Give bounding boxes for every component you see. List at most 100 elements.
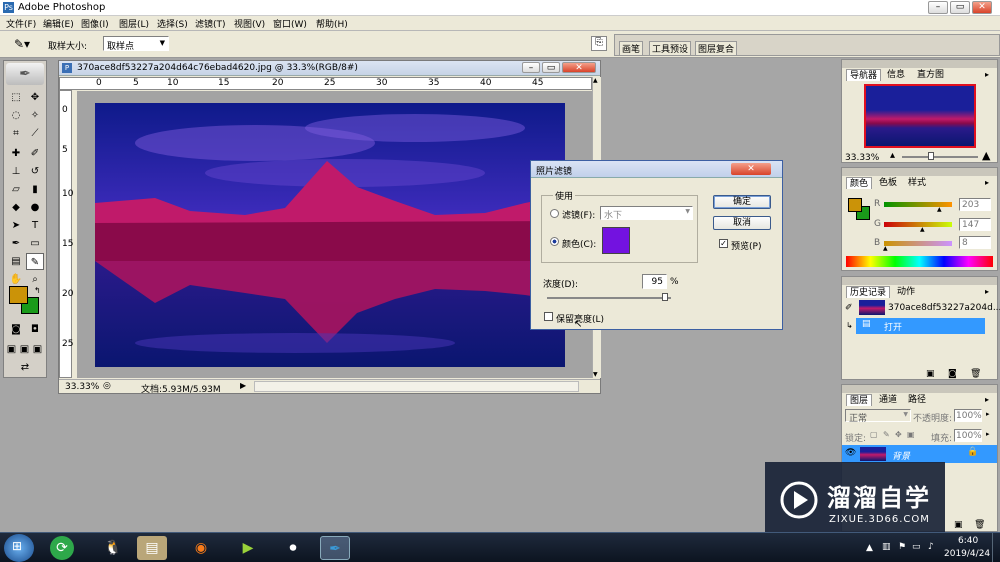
gradient-tool-icon[interactable]: ▮: [26, 181, 44, 198]
scroll-up-icon[interactable]: ▲: [593, 77, 598, 84]
lock-all-icon[interactable]: ▣: [907, 430, 915, 439]
recorder-icon[interactable]: ⏺: [278, 536, 308, 560]
density-slider-track[interactable]: [547, 297, 671, 299]
blend-mode-select[interactable]: 正常 ▼: [845, 409, 911, 424]
b-slider-thumb-icon[interactable]: ▲: [883, 245, 888, 252]
opacity-chevron-icon[interactable]: ▸: [986, 410, 990, 418]
marquee-tool-icon[interactable]: ⬚: [7, 89, 25, 106]
new-snapshot-icon[interactable]: ◙: [948, 369, 957, 379]
type-tool-icon[interactable]: T: [26, 217, 44, 234]
filter-select[interactable]: 水下 ▼: [600, 206, 693, 221]
tab-swatches[interactable]: 色板: [876, 177, 900, 189]
fill-chevron-icon[interactable]: ▸: [986, 430, 990, 438]
move-tool-icon[interactable]: ✥: [26, 89, 44, 106]
cancel-button[interactable]: 取消: [713, 216, 771, 230]
jump-to-imageready-icon[interactable]: ⇄: [7, 359, 43, 376]
doc-minimize-icon[interactable]: –: [522, 62, 540, 73]
filter-color-swatch[interactable]: [602, 227, 630, 254]
eyedropper-tool-icon[interactable]: ✎▾: [14, 37, 30, 51]
eraser-tool-icon[interactable]: ▱: [7, 181, 25, 198]
snapshot-label[interactable]: 370ace8df53227a204d...: [888, 303, 1000, 313]
tab-actions[interactable]: 动作: [894, 286, 918, 298]
horizontal-scrollbar[interactable]: [254, 381, 579, 392]
history-brush-tool-icon[interactable]: ↺: [26, 163, 44, 180]
close-icon[interactable]: ✕: [972, 1, 992, 14]
sample-size-select[interactable]: 取样点 ▼: [103, 36, 169, 52]
status-menu-icon[interactable]: ▶: [240, 381, 246, 390]
firefox-icon[interactable]: ◉: [186, 536, 216, 560]
clone-stamp-tool-icon[interactable]: ⊥: [7, 163, 25, 180]
scroll-down-icon[interactable]: ▼: [593, 371, 598, 378]
menu-help[interactable]: 帮助(H): [316, 17, 348, 30]
maximize-icon[interactable]: ▭: [950, 1, 970, 14]
file-explorer-icon[interactable]: ▤: [137, 536, 167, 560]
eyedropper-tool-button-icon[interactable]: ✎: [26, 253, 44, 270]
healing-brush-tool-icon[interactable]: ✚: [7, 145, 25, 162]
navigator-zoom-thumb[interactable]: [928, 152, 934, 160]
density-input[interactable]: 95: [642, 274, 667, 289]
show-desktop-button[interactable]: [992, 533, 1000, 562]
app-360-icon[interactable]: ⟳: [50, 536, 74, 560]
tab-styles[interactable]: 样式: [905, 177, 929, 189]
standard-mode-icon[interactable]: ◙: [7, 321, 25, 338]
lock-transparency-icon[interactable]: ▢: [870, 430, 878, 439]
tab-color[interactable]: 颜色: [846, 177, 873, 189]
clock-time[interactable]: 6:40: [958, 536, 978, 546]
dock-tab-brushes[interactable]: 画笔: [619, 41, 644, 56]
screen-mode-menu-icon[interactable]: ▣: [18, 341, 31, 358]
canvas-area[interactable]: [77, 91, 592, 378]
tab-info[interactable]: 信息: [884, 69, 908, 81]
dock-tab-layer-comps[interactable]: 图层复合: [695, 41, 738, 56]
canvas-image[interactable]: [95, 103, 565, 367]
snapshot-brush-icon[interactable]: ✐: [845, 303, 853, 313]
tab-navigator[interactable]: 导航器: [846, 69, 882, 81]
menu-image[interactable]: 图像(I): [81, 17, 109, 30]
color-panel-foreground[interactable]: [848, 198, 862, 212]
slice-tool-icon[interactable]: ⟋: [26, 125, 44, 142]
screen-mode-standard-icon[interactable]: ▣: [5, 341, 18, 358]
brush-tool-icon[interactable]: ✐: [26, 145, 44, 162]
tray-arrow-icon[interactable]: ▲: [866, 543, 873, 553]
preserve-luminosity-checkbox[interactable]: [544, 312, 553, 321]
panel-menu-icon[interactable]: ▸: [985, 287, 989, 296]
shape-tool-icon[interactable]: ▭: [26, 235, 44, 252]
lock-position-icon[interactable]: ✥: [895, 430, 902, 439]
tab-layers[interactable]: 图层: [846, 394, 873, 406]
menu-layer[interactable]: 图层(L): [119, 17, 149, 30]
tab-channels[interactable]: 通道: [876, 394, 900, 406]
foreground-color-swatch[interactable]: [9, 286, 28, 304]
snapshot-thumbnail[interactable]: [859, 300, 885, 315]
ok-button[interactable]: 确定: [713, 195, 771, 209]
menu-view[interactable]: 视图(V): [234, 17, 265, 30]
qq-icon[interactable]: 🐧: [98, 536, 128, 560]
panel-menu-icon[interactable]: ▸: [985, 395, 989, 404]
tray-battery-icon[interactable]: ▭: [912, 542, 921, 552]
panel-menu-icon[interactable]: ▸: [985, 178, 989, 187]
g-input[interactable]: 147: [959, 218, 991, 231]
history-step-selected[interactable]: ▤ 打开: [856, 318, 985, 334]
doc-close-icon[interactable]: ✕: [562, 62, 596, 73]
palette-well-icon[interactable]: ⎘: [591, 36, 607, 51]
g-slider-thumb-icon[interactable]: ▲: [920, 226, 925, 233]
opacity-input[interactable]: 100%: [954, 409, 982, 422]
menu-window[interactable]: 窗口(W): [273, 17, 307, 30]
dialog-close-icon[interactable]: ✕: [731, 163, 771, 175]
navigator-zoom[interactable]: 33.33%: [845, 153, 879, 163]
blur-tool-icon[interactable]: ◆: [7, 199, 25, 216]
preview-checkbox[interactable]: ✓: [719, 239, 728, 248]
menu-file[interactable]: 文件(F): [6, 17, 36, 30]
start-button[interactable]: ⊞: [4, 534, 34, 562]
status-info-icon[interactable]: ◎: [103, 381, 111, 391]
feather-logo-icon[interactable]: ✒: [6, 63, 44, 85]
navigator-thumbnail[interactable]: [864, 84, 976, 148]
tray-flag-icon[interactable]: ⚑: [898, 542, 906, 552]
zoom-out-icon[interactable]: ▴: [890, 150, 895, 161]
zoom-in-icon[interactable]: ▲: [982, 149, 990, 162]
layer-row-background[interactable]: 👁 背景 🔒: [842, 445, 997, 463]
r-slider-thumb-icon[interactable]: ▲: [937, 206, 942, 213]
tray-volume-icon[interactable]: ♪: [928, 542, 934, 552]
pen-tool-icon[interactable]: ✒: [7, 235, 25, 252]
r-input[interactable]: 203: [959, 198, 991, 211]
menu-select[interactable]: 选择(S): [157, 17, 188, 30]
history-brush-source-icon[interactable]: ↳: [846, 321, 853, 330]
